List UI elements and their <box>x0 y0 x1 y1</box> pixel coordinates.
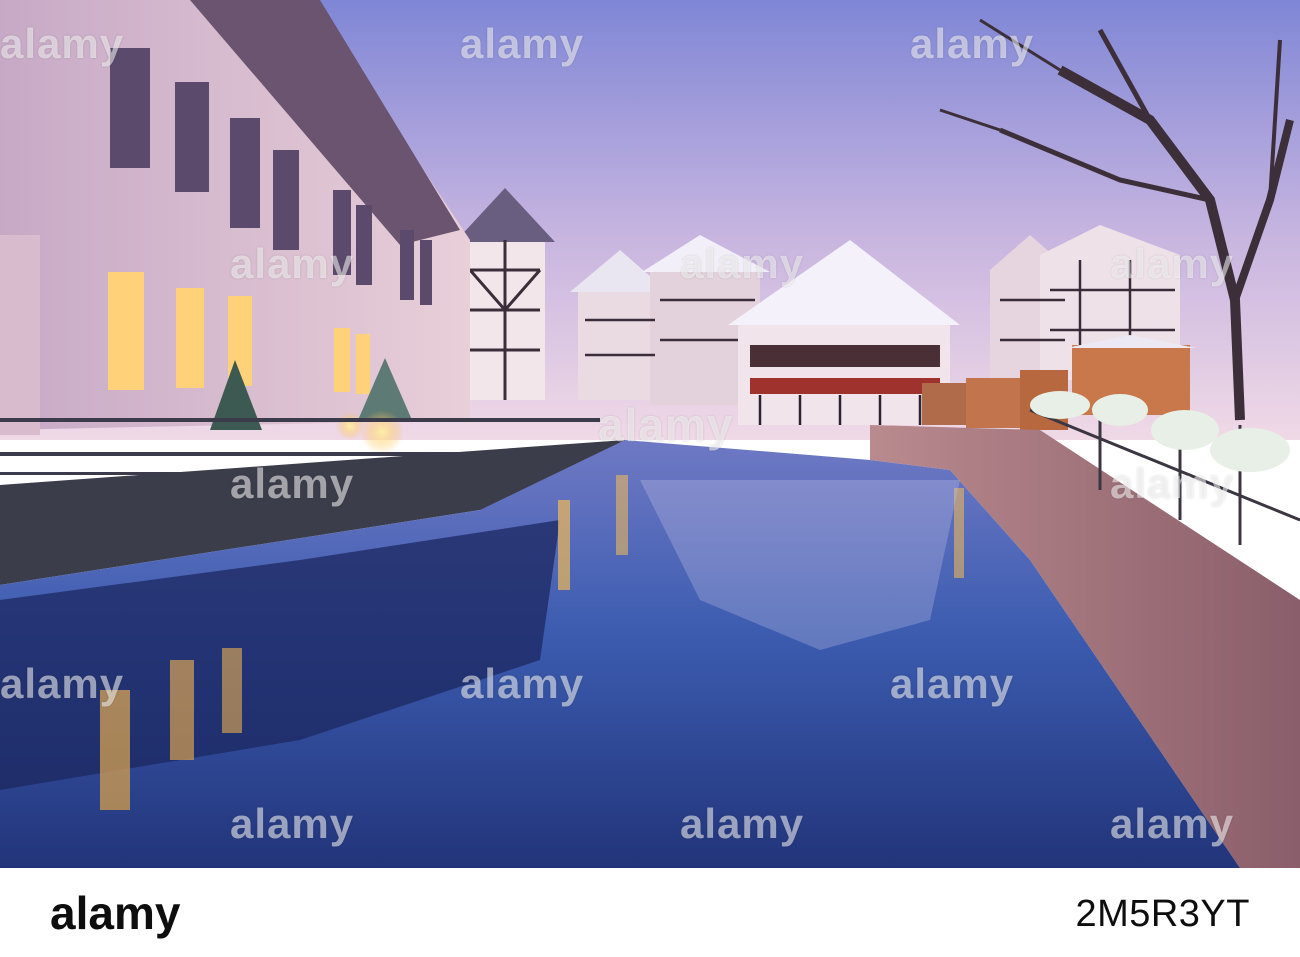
image-id: 2M5R3YT <box>1075 893 1250 935</box>
footer-bar: alamy 2M5R3YT <box>0 868 1300 957</box>
stock-photo-page: alamy alamy alamy alamy alamy alamy alam… <box>0 0 1300 957</box>
canal-photo: alamy alamy alamy alamy alamy alamy alam… <box>0 0 1300 868</box>
alamy-logo[interactable]: alamy <box>50 886 180 940</box>
canal-scene-illustration <box>0 0 1300 868</box>
